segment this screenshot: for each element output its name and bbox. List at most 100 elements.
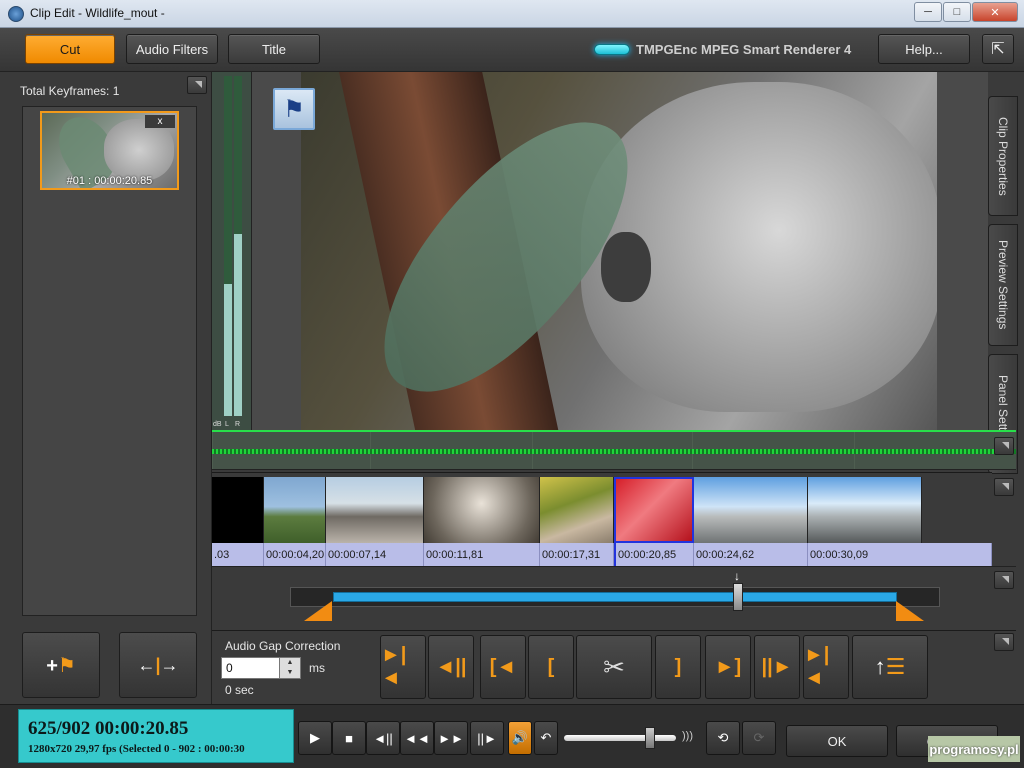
goto-start-icon: [◄ [489, 655, 517, 678]
window-controls: ─ □ ✕ [913, 2, 1018, 22]
thumbnail-4[interactable] [540, 477, 614, 543]
remove-keyframe-button[interactable]: x [145, 115, 175, 128]
waveform-menu-button[interactable] [994, 437, 1014, 455]
next-frame-icon: ||► [761, 655, 793, 678]
selection-start-marker[interactable] [304, 601, 332, 621]
goto-end-button[interactable]: ►] [705, 635, 751, 699]
mute-toggle[interactable]: 🔊 [508, 721, 532, 755]
tab-clip-properties[interactable]: Clip Properties [988, 96, 1018, 216]
set-start-button[interactable]: [ [528, 635, 574, 699]
cut-list-icon: ↑☰ [874, 654, 906, 679]
thumbnail-0[interactable] [212, 477, 264, 543]
audio-level-meter: dB L R [212, 72, 252, 430]
step-forward-button[interactable]: ||► [470, 721, 504, 755]
speaker-icon: 🔊 [511, 730, 529, 745]
thumbnail-3[interactable] [424, 477, 540, 543]
level-left [224, 284, 232, 416]
panel-menu-button[interactable] [187, 76, 207, 94]
step-back-button[interactable]: ◄|| [366, 721, 400, 755]
tab-title[interactable]: Title [228, 34, 320, 64]
thumbnail-strip[interactable]: .03 00:00:04,20 00:00:07,14 00:00:11,81 … [212, 472, 992, 567]
play-button[interactable]: ▶ [298, 721, 332, 755]
keyframe-label: #01 : 00:00:20.85 [66, 175, 153, 187]
strip-menu-button[interactable] [994, 478, 1014, 496]
timeline-menu-button[interactable] [994, 571, 1014, 589]
flag-icon: ⚑ [283, 95, 305, 123]
meter-label-db: dB [213, 421, 222, 428]
playhead-arrow-icon: ↓ [734, 569, 740, 583]
undo-button[interactable]: ⟲ [706, 721, 740, 755]
brand-logo-icon [594, 44, 630, 55]
step-forward-icon: ||► [477, 730, 497, 746]
selection-range [333, 592, 897, 602]
keyframe-list[interactable]: x #01 : 00:00:20.85 [22, 106, 197, 616]
video-frame[interactable] [301, 72, 937, 430]
cut-button[interactable]: ✂ [576, 635, 652, 699]
goto-keyframe-button[interactable]: ←|→ [119, 632, 197, 698]
set-end-button[interactable]: ] [655, 635, 701, 699]
loop-toggle[interactable]: ↶ [534, 721, 558, 755]
keyframe-thumbnail[interactable]: x #01 : 00:00:20.85 [40, 111, 179, 190]
rewind-button[interactable]: ◄◄ [400, 721, 434, 755]
volume-slider[interactable]: ))) [560, 727, 700, 749]
level-right [234, 234, 242, 416]
timeline-playhead[interactable] [733, 583, 743, 611]
fast-forward-button[interactable]: ►► [434, 721, 468, 755]
meter-label-r: R [235, 421, 241, 428]
prev-frame-button[interactable]: ◄|| [428, 635, 474, 699]
timeline-area: ↓ [212, 566, 1016, 630]
set-end-icon: ] [674, 655, 682, 678]
timecode-6: 00:00:24,62 [694, 543, 808, 567]
thumbnail-7[interactable] [808, 477, 922, 543]
redo-button[interactable]: ⟳ [742, 721, 776, 755]
thumbnail-1[interactable] [264, 477, 326, 543]
cut-scissors-icon: ✂ [603, 651, 625, 682]
undo-icon: ⟲ [717, 730, 729, 745]
edit-menu-button[interactable] [994, 633, 1014, 651]
timecode-1: 00:00:04,20 [264, 543, 326, 567]
close-button[interactable]: ✕ [972, 2, 1018, 22]
volume-knob[interactable] [645, 727, 655, 749]
cut-list-button[interactable]: ↑☰ [852, 635, 928, 699]
timecode-4: 00:00:17,31 [540, 543, 614, 567]
watermark: programosy.pl [928, 736, 1020, 762]
video-preview-area [252, 72, 988, 430]
prev-cut-button[interactable]: ►|◄ [380, 635, 426, 699]
fast-forward-icon: ►► [438, 730, 464, 746]
tab-cut[interactable]: Cut [25, 34, 115, 64]
audio-gap-seconds: 0 sec [225, 683, 254, 697]
expand-icon: ⇱ [991, 41, 1005, 58]
goto-end-icon: ►] [714, 655, 742, 678]
redo-icon: ⟳ [753, 730, 765, 745]
tab-audio-filters[interactable]: Audio Filters [126, 34, 218, 64]
next-cut-button[interactable]: ►|◄ [803, 635, 849, 699]
minimize-button[interactable]: ─ [914, 2, 942, 22]
volume-waves-icon: ))) [682, 730, 693, 742]
audio-waveform[interactable] [212, 430, 1016, 470]
timeline-track[interactable] [290, 587, 940, 607]
rewind-icon: ◄◄ [404, 730, 430, 746]
help-button[interactable]: Help... [878, 34, 970, 64]
keyframe-count: Total Keyframes: 1 [20, 84, 120, 98]
timecode-3: 00:00:11,81 [424, 543, 540, 567]
add-keyframe-button[interactable]: +⚑ [22, 632, 100, 698]
fullscreen-button[interactable]: ⇱ [982, 34, 1014, 64]
thumbnail-5-selected[interactable] [614, 477, 694, 543]
edit-controls: Audio Gap Correction 0 ▲ ▼ ms 0 sec ►|◄ ◄… [212, 630, 1016, 704]
thumbnail-6[interactable] [694, 477, 808, 543]
keyframe-flag-button[interactable]: ⚑ [273, 88, 315, 130]
selection-end-marker[interactable] [896, 601, 924, 621]
tab-preview-settings[interactable]: Preview Settings [988, 224, 1018, 346]
clip-edit-window: Clip Edit - Wildlife_mout - ─ □ ✕ Cut Au… [0, 0, 1024, 768]
timecode-0: .03 [212, 543, 264, 567]
ok-button[interactable]: OK [786, 725, 888, 757]
goto-start-button[interactable]: [◄ [480, 635, 526, 699]
thumbnail-2[interactable] [326, 477, 424, 543]
status-display: 625/902 00:00:20.85 1280x720 29,97 fps (… [18, 709, 294, 763]
bottom-bar: 625/902 00:00:20.85 1280x720 29,97 fps (… [0, 704, 1024, 768]
audio-gap-stepper[interactable]: ▲ ▼ [279, 657, 301, 679]
next-frame-button[interactable]: ||► [754, 635, 800, 699]
maximize-button[interactable]: □ [943, 2, 971, 22]
stop-button[interactable]: ■ [332, 721, 366, 755]
loop-icon: ↶ [540, 730, 552, 745]
